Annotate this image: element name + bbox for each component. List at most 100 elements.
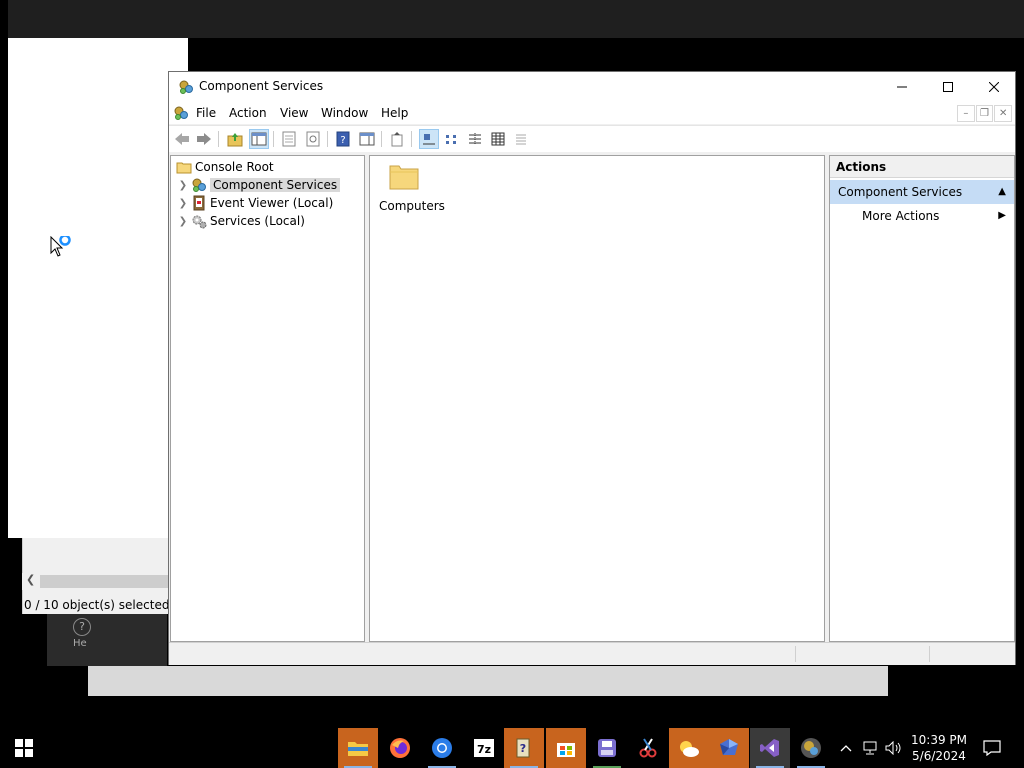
taskbar-firefox[interactable] — [380, 728, 420, 768]
busy-cursor-icon — [50, 236, 71, 257]
toolbar: ? — [169, 125, 1015, 152]
close-icon — [989, 82, 999, 92]
tree-item-console-root[interactable]: Console Root — [174, 158, 274, 176]
svg-text:?: ? — [340, 135, 345, 146]
properties-button[interactable] — [279, 129, 299, 149]
console-tree-icon — [251, 132, 267, 146]
show-hidden-icons-button[interactable] — [838, 740, 854, 756]
clock-time[interactable]: 10:39 PM — [906, 733, 972, 747]
small-icons-icon — [446, 135, 456, 144]
refresh-icon — [306, 131, 320, 147]
new-window-button[interactable] — [387, 129, 407, 149]
maximize-button[interactable] — [925, 72, 971, 102]
firefox-icon — [390, 738, 410, 758]
component-services-icon[interactable] — [173, 105, 189, 121]
help-button[interactable]: ? — [333, 129, 353, 149]
menu-help[interactable]: Help — [381, 106, 408, 120]
list-item-computers[interactable]: Computers — [376, 159, 445, 219]
toolbar-separator — [381, 131, 382, 147]
taskbar-visual-studio[interactable] — [750, 728, 790, 768]
chevron-right-icon[interactable]: ❯ — [177, 216, 189, 227]
more-actions-item[interactable]: More Actions ▶ — [830, 205, 1014, 227]
taskbar-chrome[interactable] — [422, 728, 462, 768]
child-restore-button[interactable]: ❐ — [975, 105, 994, 122]
chevron-right-icon[interactable]: ❯ — [177, 180, 189, 191]
menu-action[interactable]: Action — [229, 106, 267, 120]
minimize-icon — [897, 86, 907, 88]
windows-logo-icon — [15, 739, 33, 757]
refresh-button[interactable] — [303, 129, 323, 149]
tree-item-services[interactable]: ❯ Services (Local) — [177, 212, 305, 230]
maximize-icon — [943, 82, 953, 92]
taskbar-file-explorer[interactable] — [338, 728, 378, 768]
export-list-icon — [516, 134, 526, 145]
volume-button[interactable] — [885, 740, 901, 756]
start-button[interactable] — [0, 728, 48, 768]
chevron-up-icon — [840, 745, 852, 752]
minimize-button[interactable] — [879, 72, 925, 102]
submenu-arrow-icon: ▶ — [998, 210, 1006, 221]
actions-section-component-services[interactable]: Component Services ▲ — [830, 180, 1014, 204]
list-view-button[interactable] — [465, 129, 485, 149]
back-button[interactable] — [172, 129, 192, 149]
taskbar-component-services[interactable] — [791, 728, 831, 768]
clock-date[interactable]: 5/6/2024 — [906, 749, 972, 763]
folder-icon — [389, 165, 419, 190]
show-action-pane-button[interactable] — [357, 129, 377, 149]
visual-studio-icon — [760, 739, 779, 757]
menu-file[interactable]: File — [196, 106, 216, 120]
close-button[interactable] — [971, 72, 1017, 102]
window-title: Component Services — [199, 79, 324, 93]
help-book-icon: ? — [336, 131, 350, 147]
network-icon — [863, 741, 877, 755]
taskbar-7zip[interactable]: 7z — [464, 728, 504, 768]
actions-header: Actions — [830, 156, 1014, 178]
title-bar[interactable]: Component Services — [169, 72, 1015, 102]
menu-window[interactable]: Window — [321, 106, 368, 120]
detail-view-icon — [491, 132, 505, 146]
large-icons-view-button[interactable] — [419, 129, 439, 149]
background-dark-panel: ? He — [47, 614, 167, 666]
forward-button[interactable] — [194, 129, 214, 149]
folder-up-icon — [227, 133, 243, 147]
background-horizontal-scrollbar[interactable]: ❮ — [22, 573, 180, 590]
console-tree-pane: Console Root ❯ Component Services ❯ Even… — [170, 155, 365, 642]
component-services-icon — [179, 80, 193, 94]
taskbar-weather[interactable] — [669, 728, 709, 768]
network-button[interactable] — [862, 740, 878, 756]
action-center-button[interactable] — [976, 728, 1008, 768]
tree-item-event-viewer[interactable]: ❯ Event Viewer (Local) — [177, 194, 333, 212]
show-hide-tree-button[interactable] — [249, 129, 269, 149]
taskbar-help-tool[interactable]: ? — [504, 728, 544, 768]
background-status-text: 0 / 10 object(s) selected — [24, 598, 170, 612]
collapse-up-icon[interactable]: ▲ — [998, 180, 1006, 204]
background-window-titlebar — [8, 0, 1024, 38]
menu-view[interactable]: View — [280, 106, 308, 120]
help-document-icon: ? — [516, 738, 530, 758]
detail-view-button[interactable] — [488, 129, 508, 149]
floppy-disk-icon — [598, 739, 616, 757]
taskbar-microsoft-store[interactable] — [546, 728, 586, 768]
help-icon[interactable]: ? — [73, 618, 91, 636]
chevron-right-icon[interactable]: ❯ — [177, 198, 189, 209]
child-minimize-button[interactable]: – — [957, 105, 975, 122]
background-gray-panel — [88, 666, 888, 696]
tree-item-component-services[interactable]: ❯ Component Services — [177, 176, 341, 194]
taskbar-disk-tool[interactable] — [587, 728, 627, 768]
taskbar-app-cube[interactable] — [709, 728, 749, 768]
taskbar-snipping-tool[interactable] — [628, 728, 668, 768]
export-list-button[interactable] — [511, 129, 531, 149]
menu-bar: File Action View Window Help – ❐ ✕ — [169, 102, 1015, 124]
notification-icon — [983, 740, 1001, 756]
child-close-button[interactable]: ✕ — [994, 105, 1013, 122]
actions-pane: Actions Component Services ▲ More Action… — [829, 155, 1015, 642]
scrollbar-thumb[interactable] — [40, 575, 180, 588]
help-label: He — [73, 638, 87, 649]
large-icons-icon — [423, 134, 435, 145]
status-bar — [169, 642, 1015, 665]
small-icons-view-button[interactable] — [442, 129, 462, 149]
more-actions-label: More Actions — [862, 209, 940, 223]
tree-item-label: Event Viewer (Local) — [210, 196, 334, 210]
scroll-left-icon[interactable]: ❮ — [26, 573, 35, 586]
up-one-level-button[interactable] — [225, 129, 245, 149]
